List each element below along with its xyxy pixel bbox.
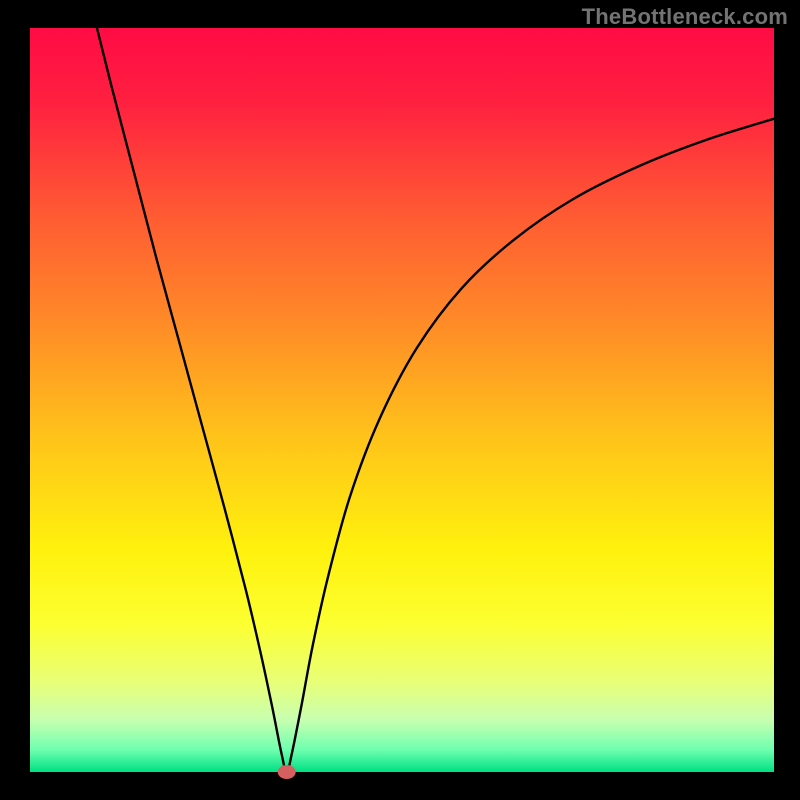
bottleneck-chart [0, 0, 800, 800]
chart-frame: { "watermark": "TheBottleneck.com", "cha… [0, 0, 800, 800]
plot-background [30, 28, 774, 772]
watermark-text: TheBottleneck.com [582, 4, 788, 30]
optimal-marker [278, 765, 296, 779]
